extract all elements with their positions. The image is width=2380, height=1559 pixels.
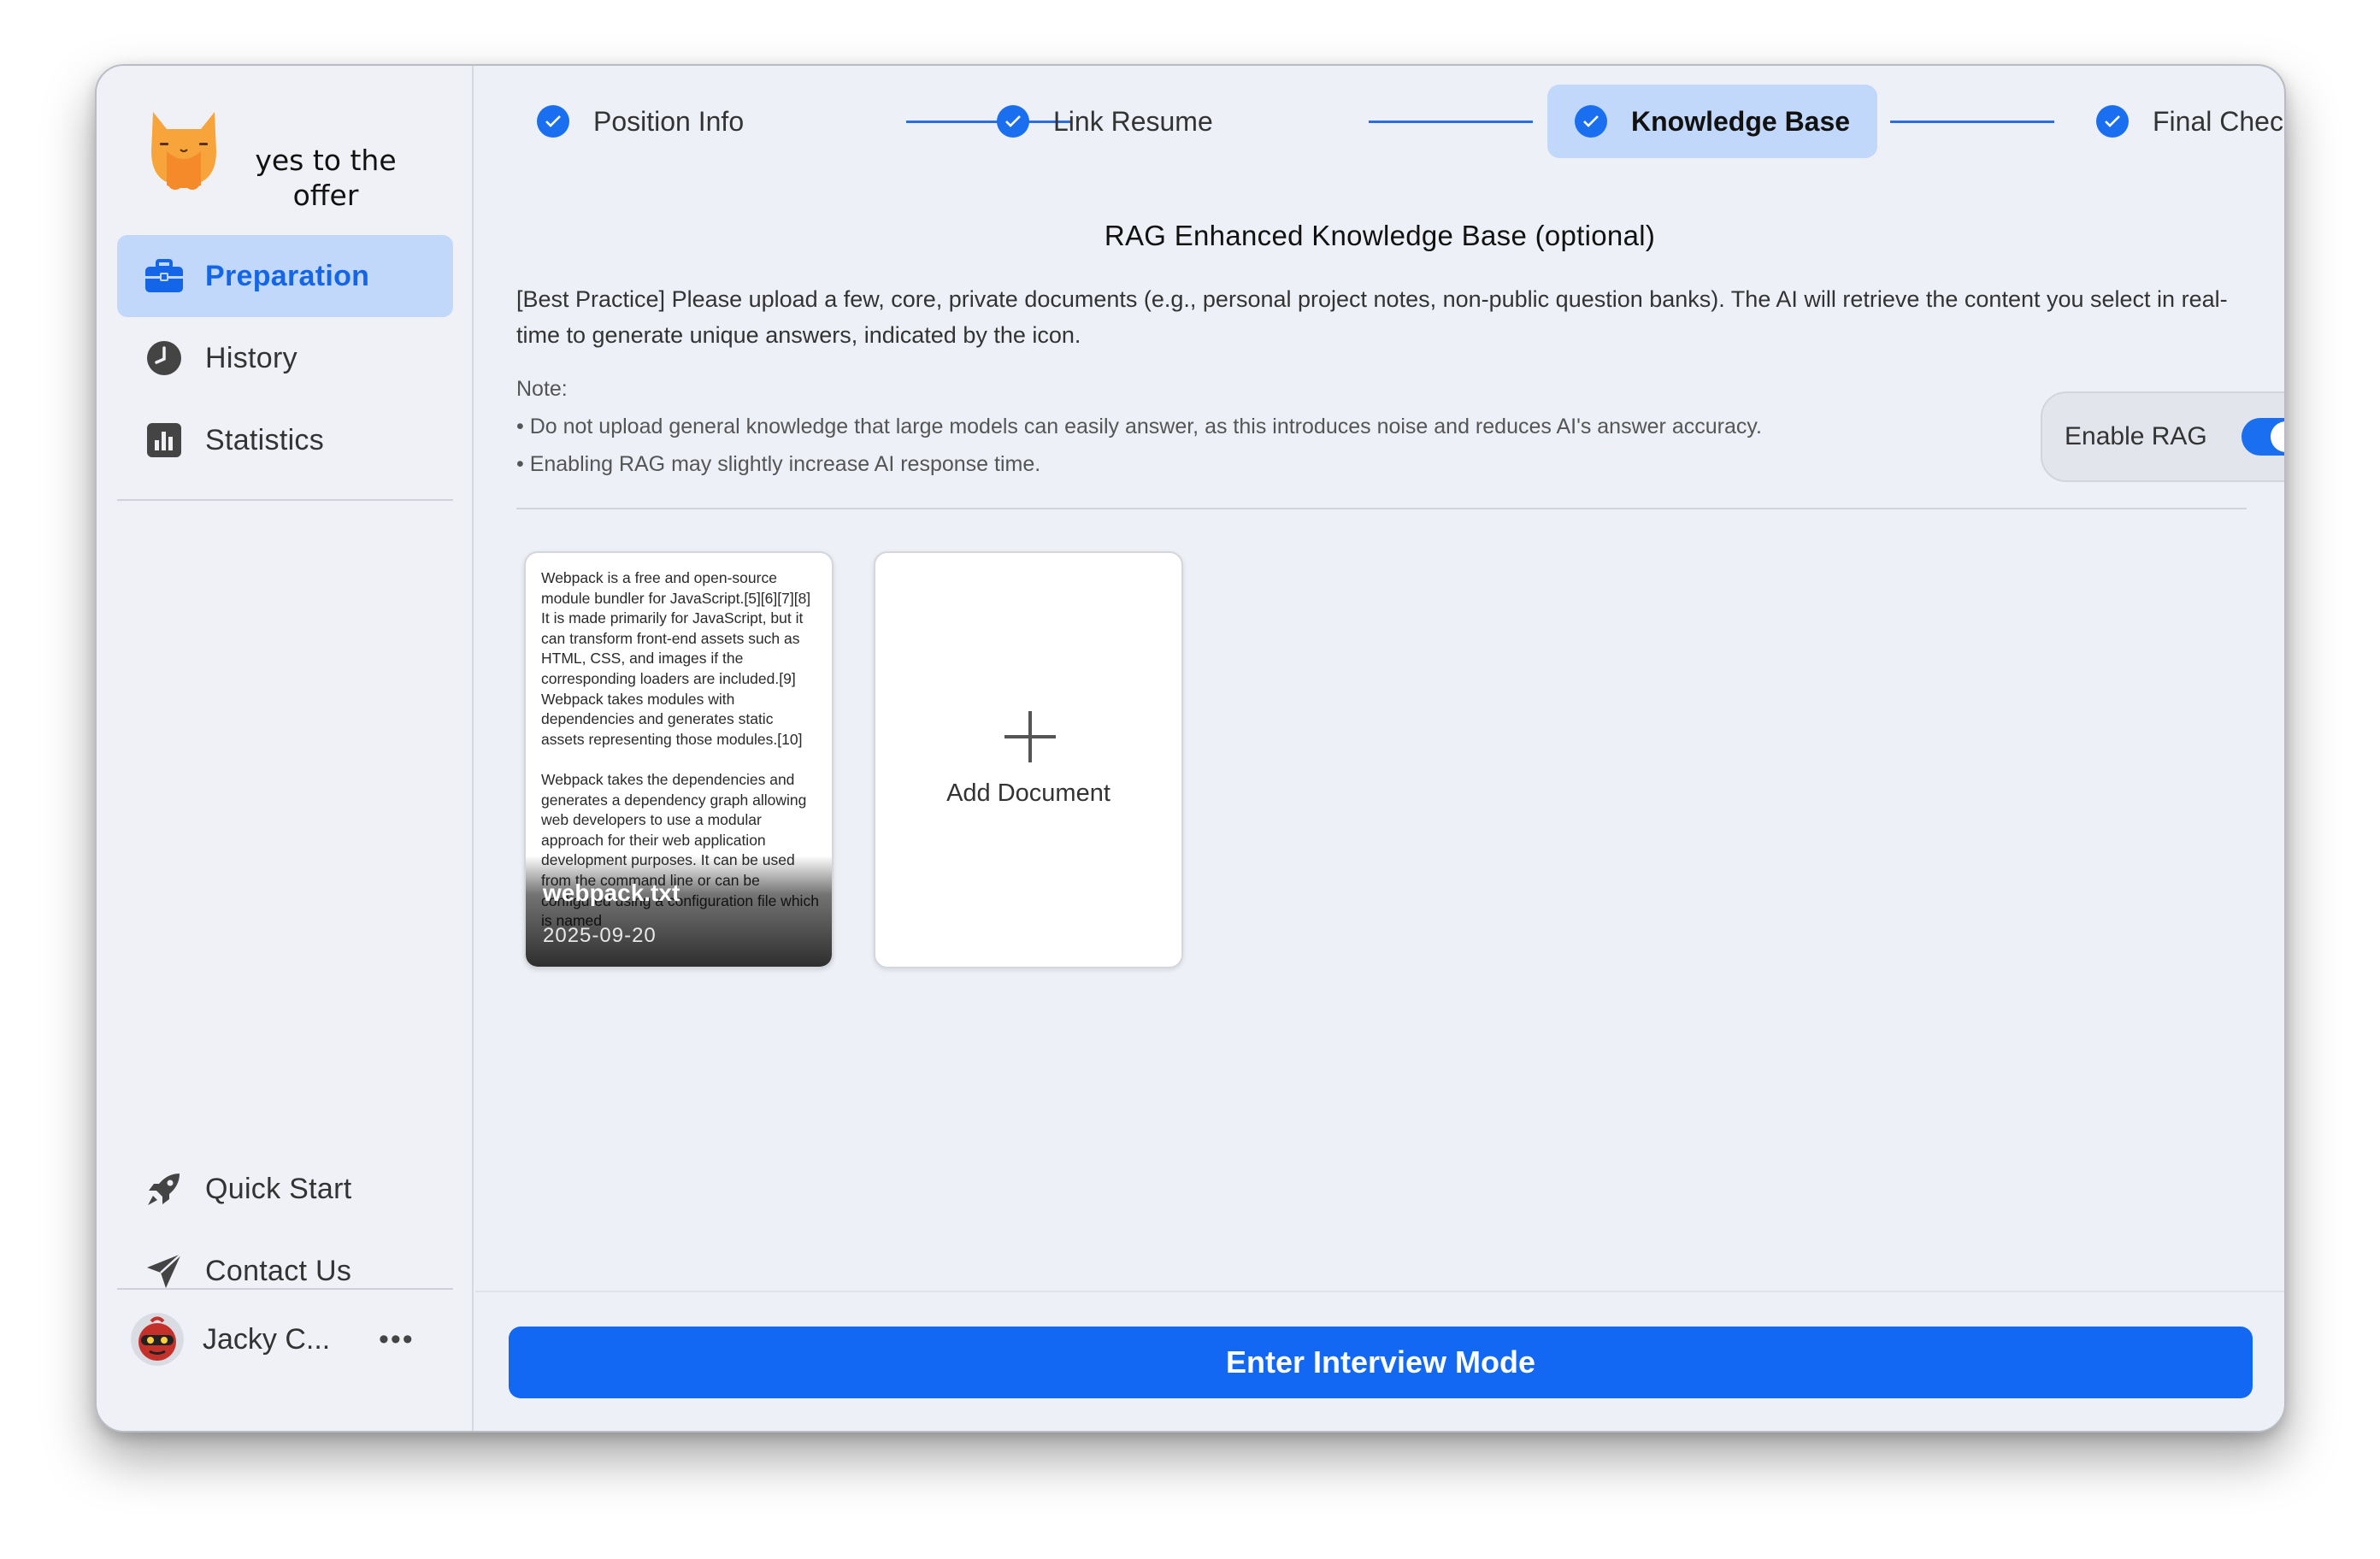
enable-rag-toggle[interactable]	[2241, 418, 2284, 456]
step-label: Final Check	[2153, 105, 2286, 137]
sidebar-divider	[117, 499, 453, 501]
step-label: Knowledge Base	[1631, 105, 1851, 137]
app-window: yes to the offer Preparation History Sta…	[95, 64, 2286, 1433]
sidebar-item-label: Preparation	[205, 259, 370, 292]
toggle-knob	[2270, 421, 2284, 452]
sidebar-item-history[interactable]: History	[117, 317, 453, 399]
enable-rag-panel: Enable RAG	[2041, 391, 2284, 482]
enable-rag-label: Enable RAG	[2065, 422, 2207, 450]
sidebar-item-quick-start[interactable]: Quick Start	[117, 1148, 453, 1230]
sidebar-item-label: Quick Start	[205, 1172, 352, 1205]
sidebar-item-label: History	[205, 341, 298, 374]
more-options-button[interactable]: •••	[379, 1323, 415, 1356]
step-label: Link Resume	[1053, 105, 1213, 137]
note-label: Note:	[516, 377, 568, 401]
step-position-info[interactable]: Position Info	[510, 85, 771, 158]
avatar	[131, 1313, 184, 1366]
section-description: [Best Practice] Please upload a few, cor…	[516, 286, 2228, 348]
bar-chart-icon	[144, 420, 185, 461]
user-name: Jacky C...	[203, 1322, 331, 1356]
step-knowledge-base[interactable]: Knowledge Base	[1547, 85, 1878, 158]
sidebar: yes to the offer Preparation History Sta…	[97, 66, 474, 1431]
document-date: 2025-09-20	[543, 924, 657, 947]
plus-icon	[1004, 711, 1056, 762]
step-connector	[1890, 121, 2054, 123]
step-final-check[interactable]: Final Check	[2069, 85, 2286, 158]
check-icon	[537, 105, 569, 138]
sidebar-item-label: Statistics	[205, 423, 325, 456]
check-icon	[997, 105, 1029, 138]
rocket-icon	[144, 1168, 185, 1209]
note-item: • Enabling RAG may slightly increase AI …	[516, 452, 1041, 476]
app-logo[interactable]: yes to the offer	[141, 100, 449, 228]
sidebar-item-preparation[interactable]: Preparation	[117, 235, 453, 317]
sidebar-item-statistics[interactable]: Statistics	[117, 399, 453, 481]
clock-icon	[144, 338, 185, 379]
cat-logo-icon	[151, 112, 216, 190]
add-document-button[interactable]: Add Document	[874, 551, 1183, 968]
section-divider	[516, 508, 2247, 509]
step-link-resume[interactable]: Link Resume	[969, 85, 1240, 158]
step-connector	[1369, 121, 1533, 123]
step-label: Position Info	[593, 105, 745, 137]
check-icon	[2096, 105, 2129, 138]
document-name: webpack.txt	[543, 880, 680, 906]
document-card[interactable]: Webpack is a free and open-source module…	[524, 551, 834, 968]
footer-bar: Enter Interview Mode	[475, 1291, 2284, 1431]
add-document-label: Add Document	[946, 780, 1110, 807]
document-overlay	[526, 856, 832, 967]
check-icon	[1575, 105, 1607, 138]
section-title: RAG Enhanced Knowledge Base (optional)	[1104, 220, 1656, 251]
note-item: • Do not upload general knowledge that l…	[516, 415, 1762, 438]
paper-plane-icon	[144, 1250, 185, 1291]
main-content: Position Info Link Resume Knowledge Base	[475, 66, 2284, 1431]
enter-interview-mode-button[interactable]: Enter Interview Mode	[509, 1327, 2253, 1398]
sidebar-divider	[117, 1288, 453, 1290]
stepper: Position Info Link Resume Knowledge Base	[475, 85, 2284, 162]
logo-text: yes to the offer	[255, 144, 397, 212]
user-profile[interactable]: Jacky C... •••	[117, 1297, 453, 1382]
sidebar-item-label: Contact Us	[205, 1254, 352, 1287]
briefcase-icon	[144, 256, 185, 297]
notes: Note: • Do not upload general knowledge …	[516, 370, 1762, 483]
